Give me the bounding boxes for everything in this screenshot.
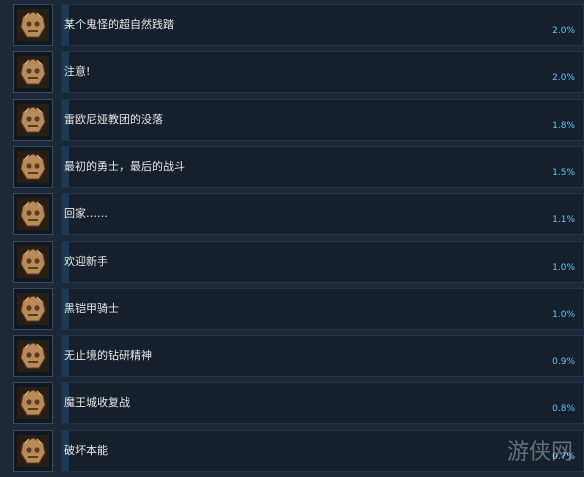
watermark-logo: 游侠网: [504, 431, 576, 469]
achievement-row[interactable]: 魔王城收复战 0.8%: [13, 382, 584, 425]
unlock-percentage: 2.0%: [552, 26, 575, 36]
horned-skull-icon: [13, 51, 53, 94]
achievement-progress-bar: 回家…… 1.1%: [61, 193, 584, 236]
watermark-text: 游侠网: [507, 440, 573, 465]
demon-mask-icon: [13, 4, 53, 46]
unlock-percentage: 0.8%: [552, 404, 575, 415]
achievement-progress-bar: 注意! 2.0%: [61, 51, 584, 94]
achievement-row[interactable]: 欢迎新手 1.0%: [13, 240, 584, 283]
achievement-name: 回家……: [64, 207, 108, 221]
achievement-row[interactable]: 无止境的钻研精神 0.9%: [13, 335, 584, 378]
muscle-torso-icon: [13, 335, 53, 378]
knight-figure-icon: [13, 193, 53, 236]
achievement-row[interactable]: 雷欧尼娅教团的没落 1.8%: [13, 98, 584, 141]
unlock-percentage: 1.1%: [552, 215, 575, 226]
unlock-percentage: 0.9%: [552, 357, 575, 368]
achievement-progress-bar: 某个鬼怪的超自然践踏 2.0%: [61, 4, 584, 46]
achievement-progress-bar: 无止境的钻研精神 0.9%: [61, 335, 584, 378]
unlock-percentage: 1.0%: [552, 262, 575, 273]
achievement-progress-bar: 雷欧尼娅教团的没落 1.8%: [61, 98, 584, 141]
beast-skull-icon: [13, 429, 53, 472]
achievement-name: 注意!: [64, 65, 91, 79]
unlock-percentage: 1.0%: [552, 309, 575, 320]
achievement-name: 欢迎新手: [64, 254, 108, 268]
warrior-icon: [13, 145, 53, 188]
achievement-progress-bar: 黑铠甲骑士 1.0%: [61, 287, 584, 330]
achievement-name: 黑铠甲骑士: [64, 301, 119, 315]
cathedral-icon: [13, 98, 53, 141]
skull-icon: [13, 240, 53, 283]
achievement-row[interactable]: 注意! 2.0%: [13, 51, 584, 94]
achievement-row[interactable]: 回家…… 1.1%: [13, 193, 584, 236]
achievement-row[interactable]: 某个鬼怪的超自然践踏 2.0%: [13, 4, 584, 46]
achievement-name: 某个鬼怪的超自然践踏: [64, 18, 174, 31]
armored-knight-icon: [13, 287, 53, 330]
achievement-name: 破坏本能: [64, 443, 108, 457]
achievement-progress-bar: 欢迎新手 1.0%: [61, 240, 584, 283]
achievement-progress-bar: 最初的勇士，最后的战斗 1.5%: [61, 145, 584, 188]
achievement-row[interactable]: 最初的勇士，最后的战斗 1.5%: [13, 145, 584, 188]
achievement-name: 最初的勇士，最后的战斗: [64, 159, 185, 173]
achievement-name: 魔王城收复战: [64, 396, 130, 410]
unlock-percentage: 1.8%: [552, 120, 575, 131]
unlock-percentage: 2.0%: [552, 73, 575, 84]
achievement-list: 某个鬼怪的超自然践踏 2.0% 注意! 2.0% 雷欧尼娅教团的没落 1.8% 最初的…: [0, 0, 584, 477]
achievement-name: 无止境的钻研精神: [64, 349, 152, 363]
unlock-percentage: 1.5%: [552, 167, 575, 178]
achievement-name: 雷欧尼娅教团的没落: [64, 112, 163, 126]
achievement-progress-bar: 魔王城收复战 0.8%: [61, 382, 584, 425]
achievement-row[interactable]: 破坏本能 0.7%: [13, 429, 584, 472]
castle-icon: [13, 382, 53, 425]
achievement-row[interactable]: 黑铠甲骑士 1.0%: [13, 287, 584, 330]
